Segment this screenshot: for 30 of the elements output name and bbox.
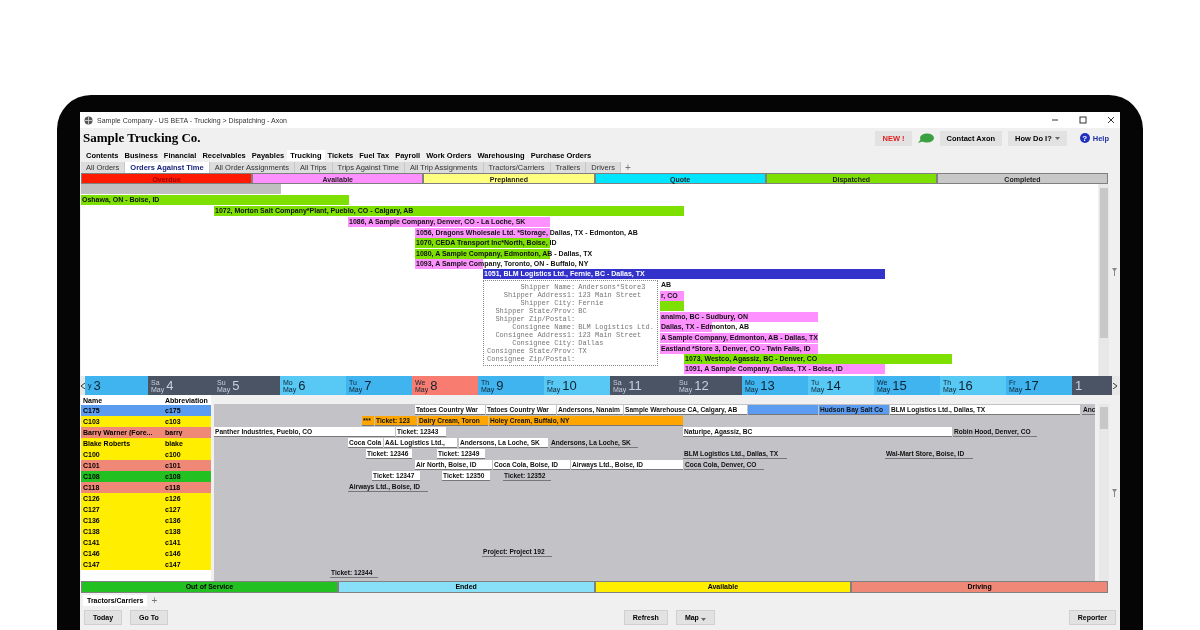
day-number: 5 <box>232 378 240 393</box>
day-number: 13 <box>760 378 775 393</box>
day-number: 6 <box>298 378 306 393</box>
add-tab-button[interactable]: + <box>147 595 162 606</box>
day-number: 4 <box>166 378 174 393</box>
day-number: 8 <box>430 378 438 393</box>
day-number: 15 <box>892 378 907 393</box>
day-number: 9 <box>496 378 504 393</box>
filter-icon[interactable] <box>1112 268 1117 276</box>
day-number: 12 <box>694 378 709 393</box>
caret-icon <box>1054 136 1060 140</box>
company-name: Sample Trucking Co. <box>83 130 202 146</box>
day-number: 11 <box>628 378 642 393</box>
close-icon[interactable] <box>1106 115 1116 125</box>
app-icon <box>84 115 93 125</box>
day-number: 10 <box>562 378 577 393</box>
chat-bubble-icon[interactable] <box>917 132 934 144</box>
day-number: 14 <box>826 378 841 393</box>
day-number: 1 <box>1075 378 1083 393</box>
filter-icon[interactable] <box>1112 489 1118 497</box>
scrollbar[interactable] <box>1099 404 1110 581</box>
date-cell[interactable]: 1 <box>1072 376 1112 395</box>
day-number: 17 <box>1024 378 1039 393</box>
scrollbar[interactable] <box>1099 184 1109 376</box>
day-number: 7 <box>364 378 372 393</box>
add-tab-button[interactable]: + <box>621 162 635 173</box>
day-number: 16 <box>958 378 973 393</box>
assignment-bar[interactable] <box>748 405 818 415</box>
day-number: 3 <box>93 378 101 393</box>
maximize-icon[interactable] <box>1078 115 1088 125</box>
